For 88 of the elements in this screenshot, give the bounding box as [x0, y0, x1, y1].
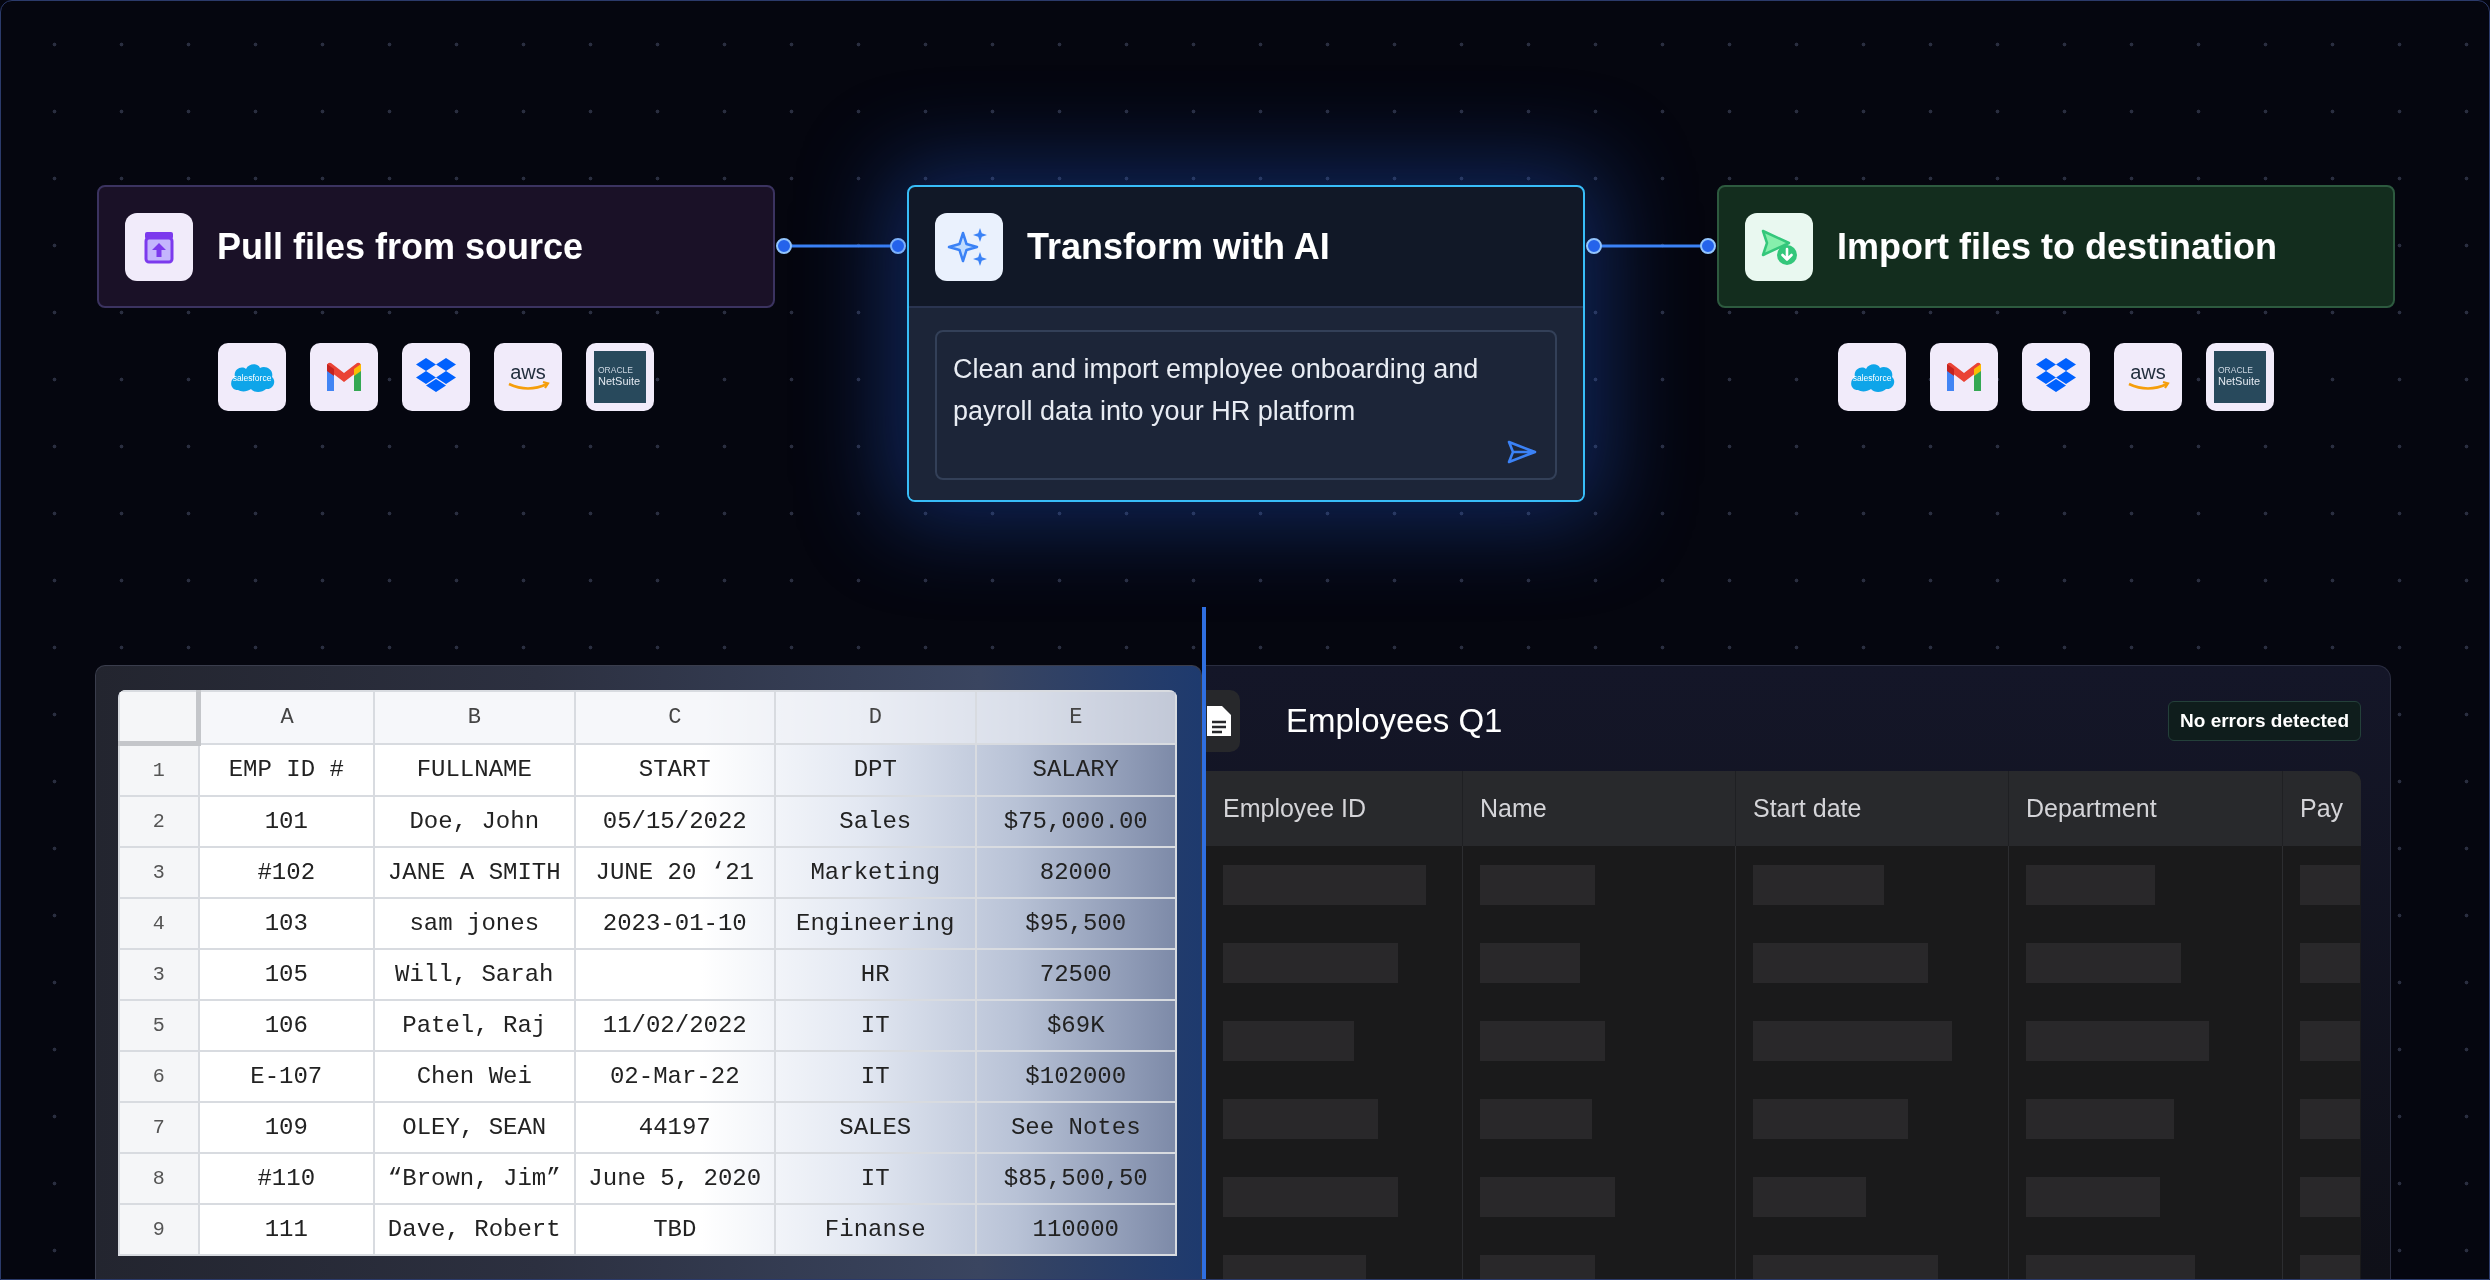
table-cell: #110 — [198, 1153, 374, 1204]
flow-node[interactable]: Pull files from source — [97, 185, 775, 308]
table-cell: Finanse — [775, 1204, 976, 1255]
table-cell: Will, Sarah — [374, 949, 575, 1000]
table-cell: 109 — [198, 1102, 374, 1153]
table-cell: $102000 — [975, 1051, 1176, 1102]
node-title: Import files to destination — [1837, 225, 2277, 268]
row-number: 4 — [119, 898, 199, 949]
table-cell: sam jones — [374, 898, 575, 949]
row-number: 6 — [119, 1051, 199, 1102]
placeholder-bar — [2300, 1177, 2360, 1217]
column-header[interactable]: A — [198, 691, 374, 744]
table-cell: $85,500,50 — [975, 1153, 1176, 1204]
table-cell: Marketing — [775, 847, 976, 898]
table-cell: 05/15/2022 — [574, 796, 775, 847]
table-cell: 44197 — [574, 1102, 775, 1153]
row-number: 1 — [119, 743, 199, 796]
table-cell: Dave, Robert — [374, 1204, 575, 1255]
row-number: 9 — [119, 1204, 199, 1255]
table-cell: 105 — [198, 949, 374, 1000]
table-cell: $75,000.00 — [975, 796, 1176, 847]
table-cell: JANE A SMITH — [374, 847, 575, 898]
table-cell: 11/02/2022 — [574, 1000, 775, 1051]
column-header[interactable]: B — [374, 691, 575, 744]
send-icon[interactable] — [1507, 440, 1537, 464]
row-number: 2 — [119, 796, 199, 847]
table-cell: 101 — [198, 796, 374, 847]
flow-node[interactable]: Import files to destination — [1717, 185, 2395, 308]
table-cell: $95,500 — [975, 898, 1176, 949]
placeholder-bar — [2300, 1099, 2360, 1139]
status-badge: No errors detected — [2168, 701, 2361, 741]
table-cell: #102 — [198, 847, 374, 898]
node-title: Pull files from source — [217, 225, 584, 268]
envelope-m-icon — [324, 361, 364, 393]
table-cell: 82000 — [975, 847, 1176, 898]
table-cell: IT — [775, 1051, 976, 1102]
row-number: 7 — [119, 1102, 199, 1153]
netsuite-logo-icon: ORACLE NetSuite — [594, 351, 646, 403]
table-cell: “Brown, Jim” — [374, 1153, 575, 1204]
table-cell: Engineering — [775, 898, 976, 949]
table-cell: 02-Mar-22 — [574, 1051, 775, 1102]
column-header[interactable]: D — [775, 691, 976, 744]
table-cell: EMP ID # — [198, 743, 374, 796]
table-cell: $69K — [975, 1000, 1176, 1051]
table-cell: JUNE 20 ‘21 — [574, 847, 775, 898]
table-cell: 110000 — [975, 1204, 1176, 1255]
column-header: Department — [2009, 771, 2283, 846]
table-cell: See Notes — [975, 1102, 1176, 1153]
table-cell: FULLNAME — [374, 743, 575, 796]
column-header: Start date — [1736, 771, 2009, 846]
table-cell: Patel, Raj — [374, 1000, 575, 1051]
row-number: 3 — [119, 847, 199, 898]
table-cell: DPT — [775, 743, 976, 796]
column-header: Pay — [2299, 793, 2345, 824]
table-cell: Sales — [775, 796, 976, 847]
table-cell: START — [574, 743, 775, 796]
column-header: Employee ID — [1206, 771, 1463, 846]
table-cell: HR — [775, 949, 976, 1000]
row-number: 3 — [119, 949, 199, 1000]
placeholder-bar — [2300, 943, 2360, 983]
table-cell: 72500 — [975, 949, 1176, 1000]
row-number: 8 — [119, 1153, 199, 1204]
table-cell: 2023-01-10 — [574, 898, 775, 949]
table-cell: 103 — [198, 898, 374, 949]
table-cell: SALES — [775, 1102, 976, 1153]
column-header: Name — [1463, 771, 1736, 846]
placeholder-bar — [2300, 1021, 2360, 1061]
prompt-field[interactable]: Clean and import employee onboarding and payroll data into your HR platform — [935, 330, 1557, 480]
table-cell: Doe, John — [374, 796, 575, 847]
table-cell: OLEY, SEAN — [374, 1102, 575, 1153]
envelope-m-icon — [1944, 361, 1984, 393]
table-cell: SALARY — [975, 743, 1176, 796]
table-cell: IT — [775, 1000, 976, 1051]
table-cell: E-107 — [198, 1051, 374, 1102]
column-header[interactable]: C — [574, 691, 775, 744]
table-cell: June 5, 2020 — [574, 1153, 775, 1204]
table-cell: Chen Wei — [374, 1051, 575, 1102]
table-cell: 111 — [198, 1204, 374, 1255]
panel-title: Employees Q1 — [1286, 702, 1504, 740]
table-cell: IT — [775, 1153, 976, 1204]
row-number: 5 — [119, 1000, 199, 1051]
document-icon — [1206, 690, 1240, 752]
node-title: Transform with AI — [1027, 225, 1330, 268]
column-header[interactable]: E — [975, 691, 1176, 744]
table-cell: TBD — [574, 1204, 775, 1255]
flow-node[interactable]: Transform with AI Clean and import employee onboarding and payroll data into your HR platform — [907, 185, 1585, 502]
table-cell: 106 — [198, 1000, 374, 1051]
netsuite-logo-icon: ORACLE NetSuite — [2214, 351, 2266, 403]
